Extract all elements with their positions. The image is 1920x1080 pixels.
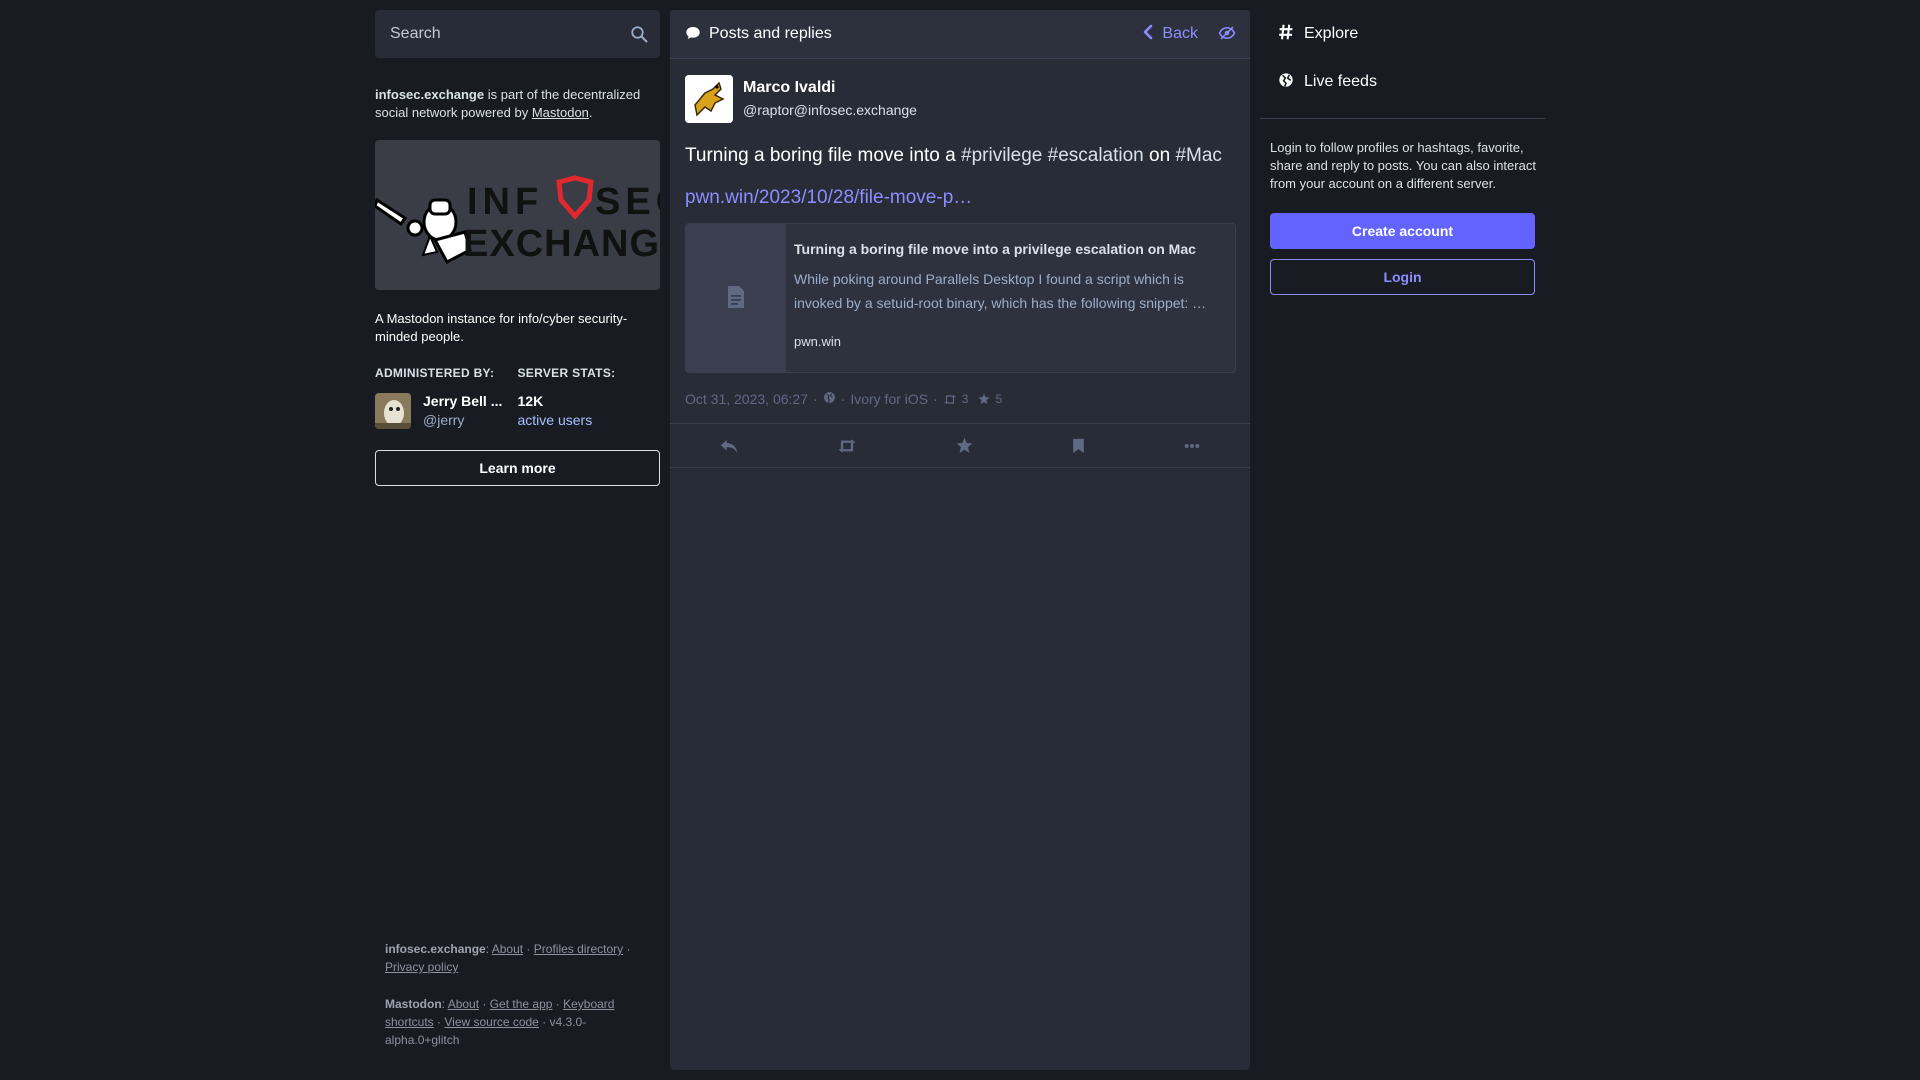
- globe-icon: [1278, 72, 1294, 93]
- login-button[interactable]: Login: [1270, 259, 1535, 295]
- hashtag-icon: [1278, 24, 1294, 45]
- post-header[interactable]: Marco Ivaldi @raptor@infosec.exchange: [685, 75, 1236, 123]
- left-sidebar: infosec.exchange is part of the decentra…: [375, 10, 660, 486]
- meta-separator: ·: [933, 391, 938, 407]
- search-box[interactable]: [375, 10, 660, 58]
- right-sidebar: Explore Live feeds Login to follow profi…: [1260, 10, 1545, 295]
- footer: infosec.exchange: About · Profiles direc…: [385, 940, 650, 1068]
- server-about-end: .: [588, 105, 593, 120]
- column-title: Posts and replies: [709, 25, 832, 42]
- card-title: Turning a boring file move into a privil…: [794, 241, 1196, 257]
- bookmark-icon[interactable]: [1072, 438, 1085, 454]
- favourite-count-value: 5: [995, 392, 1003, 406]
- favourite-icon[interactable]: [956, 437, 973, 454]
- post[interactable]: Marco Ivaldi @raptor@infosec.exchange Tu…: [670, 59, 1250, 407]
- server-description: A Mastodon instance for info/cyber secur…: [375, 311, 628, 344]
- chevron-left-icon: [1142, 24, 1154, 45]
- post-link[interactable]: pwn.win/2023/10/28/file-move-p…: [685, 187, 1236, 209]
- search-input[interactable]: [390, 25, 630, 43]
- post-avatar[interactable]: [685, 75, 733, 123]
- card-thumbnail: [686, 224, 786, 372]
- post-meta: Oct 31, 2023, 06:27 · · Ivory for iOS · …: [685, 391, 1236, 407]
- boost-icon[interactable]: [837, 438, 857, 453]
- server-domain: infosec.exchange: [375, 87, 485, 102]
- nav-explore[interactable]: Explore: [1260, 10, 1545, 58]
- nav-divider: [1260, 118, 1545, 119]
- admin-heading: ADMINISTERED BY:: [375, 366, 495, 380]
- post-application: Ivory for iOS: [850, 391, 929, 407]
- hero-logo-text-top: INF: [467, 181, 543, 223]
- signup-prompt: Login to follow profiles or hashtags, fa…: [1270, 140, 1536, 191]
- back-button[interactable]: Back: [1142, 24, 1198, 45]
- hashtag-privilege[interactable]: #privilege: [961, 145, 1042, 166]
- post-column: Posts and replies Back Marco Ivaldi @rap…: [670, 10, 1250, 1070]
- retweet-icon: [943, 394, 956, 404]
- favourite-count[interactable]: 5: [978, 392, 1002, 406]
- hero-logo-text-bottom: EXCHANGE: [463, 223, 660, 265]
- card-host: pwn.win: [794, 334, 841, 349]
- footer-mastodon-links: Mastodon: About · Get the app · Keyboard…: [385, 997, 615, 1047]
- meta-separator: ·: [812, 391, 818, 407]
- post-text-on: on: [1143, 145, 1176, 166]
- post-account-handle[interactable]: @raptor@infosec.exchange: [743, 99, 917, 121]
- admin-handle: @jerry: [423, 412, 465, 428]
- post-display-name[interactable]: Marco Ivaldi: [743, 77, 917, 99]
- active-users-label: active users: [517, 412, 593, 428]
- globe-icon: [823, 391, 836, 407]
- star-icon: [978, 393, 990, 405]
- boost-count[interactable]: 3: [943, 392, 969, 406]
- footer-source-link[interactable]: View source code: [444, 1015, 539, 1029]
- comment-icon: [685, 25, 701, 44]
- reply-icon[interactable]: [720, 438, 738, 454]
- active-users-count: 12K: [517, 393, 544, 409]
- card-description: While poking around Parallels Desktop I …: [794, 271, 1207, 311]
- server-info: ADMINISTERED BY: Jerry Bell ... @jerry S…: [375, 366, 660, 430]
- nav-explore-label: Explore: [1304, 25, 1359, 42]
- admin-avatar[interactable]: [375, 393, 411, 429]
- more-options-icon[interactable]: [1184, 443, 1200, 449]
- hashtag-mac[interactable]: #Mac: [1175, 145, 1221, 166]
- post-action-bar: [670, 423, 1250, 468]
- admin-account[interactable]: Jerry Bell ... @jerry: [375, 392, 518, 430]
- footer-domain: infosec.exchange: [385, 942, 486, 956]
- meta-separator: ·: [840, 391, 846, 407]
- footer-get-app-link[interactable]: Get the app: [490, 997, 553, 1011]
- footer-about-link[interactable]: About: [492, 942, 523, 956]
- footer-server-links: infosec.exchange: About · Profiles direc…: [385, 942, 631, 974]
- post-text: Turning a boring file move into a: [685, 145, 962, 166]
- nav-live-feeds-label: Live feeds: [1304, 73, 1377, 90]
- search-icon[interactable]: [630, 25, 648, 43]
- nav-live-feeds[interactable]: Live feeds: [1260, 58, 1545, 106]
- stats-heading: SERVER STATS:: [517, 366, 616, 380]
- svg-text:SEC: SEC: [595, 181, 660, 223]
- server-hero-image: INF SEC EXCHANGE: [375, 140, 660, 290]
- post-timestamp[interactable]: Oct 31, 2023, 06:27: [685, 391, 808, 407]
- footer-mastodon: Mastodon: [385, 997, 442, 1011]
- hashtag-escalation[interactable]: #escalation: [1048, 145, 1144, 166]
- post-content: Turning a boring file move into a #privi…: [685, 143, 1236, 168]
- link-preview-card[interactable]: Turning a boring file move into a privil…: [685, 223, 1236, 373]
- footer-mastodon-about-link[interactable]: About: [448, 997, 479, 1011]
- server-about: infosec.exchange is part of the decentra…: [375, 86, 660, 122]
- create-account-button[interactable]: Create account: [1270, 213, 1535, 249]
- back-label: Back: [1162, 25, 1198, 42]
- admin-name[interactable]: Jerry Bell ...: [423, 392, 502, 411]
- mastodon-link[interactable]: Mastodon: [532, 105, 589, 120]
- file-text-icon: [726, 285, 746, 312]
- learn-more-button[interactable]: Learn more: [375, 450, 660, 486]
- column-header: Posts and replies Back: [670, 10, 1250, 59]
- footer-privacy-link[interactable]: Privacy policy: [385, 960, 458, 974]
- eye-slash-icon[interactable]: [1218, 25, 1236, 44]
- boost-count-value: 3: [961, 392, 969, 406]
- footer-profiles-link[interactable]: Profiles directory: [534, 942, 623, 956]
